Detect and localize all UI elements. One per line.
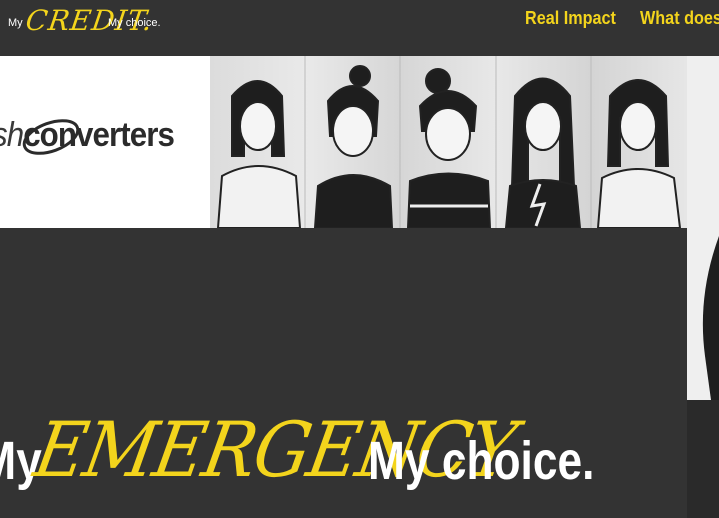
side-dark-panel [687, 400, 719, 518]
side-figure-image [702, 236, 719, 400]
hero-banner: shconverters [0, 56, 687, 228]
nav-link-what-does-it[interactable]: What does it [640, 8, 719, 29]
logo-main-text: converters [23, 116, 175, 154]
top-navigation-bar: My CREDIT. My choice. Real Impact What d… [0, 0, 719, 56]
headline-choice-text: My choice. [368, 431, 595, 491]
person-3 [406, 68, 492, 228]
person-4 [504, 77, 582, 228]
nav-link-real-impact[interactable]: Real Impact [525, 8, 616, 29]
side-illustration-strip [687, 56, 719, 400]
people-illustration [210, 56, 687, 228]
person-5 [596, 79, 682, 228]
brand-choice-text: My choice. [108, 17, 161, 29]
brand-my-text: My [8, 17, 23, 29]
person-1 [216, 80, 302, 228]
hero-headline: My EMERGENCY My choice. [0, 395, 618, 518]
logo-prefix-text: sh [0, 116, 24, 154]
person-2 [313, 65, 394, 228]
people-illustration-image [216, 56, 682, 228]
cash-converters-logo: shconverters [0, 116, 175, 155]
